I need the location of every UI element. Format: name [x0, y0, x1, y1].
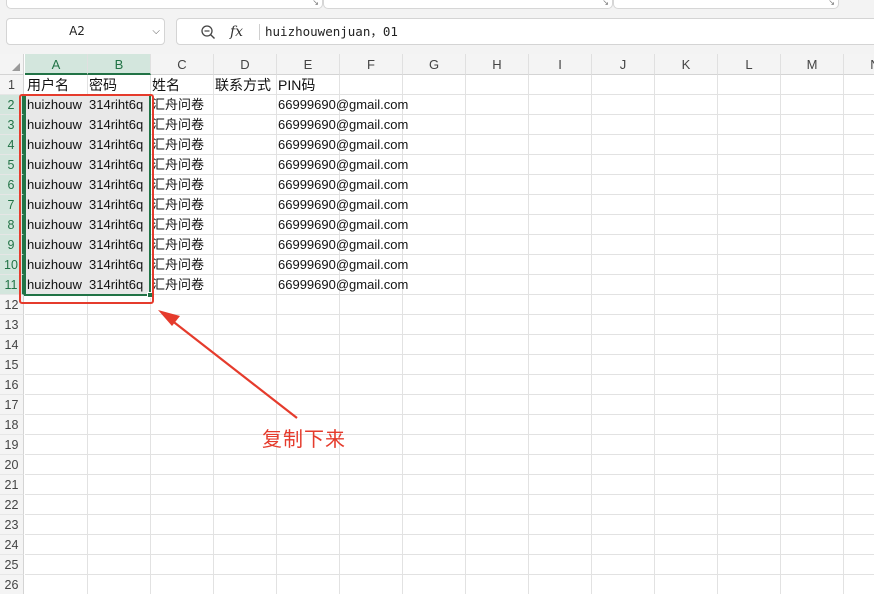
- row-header-1[interactable]: 1: [0, 75, 24, 95]
- column-header-b[interactable]: B: [88, 54, 151, 75]
- cell-A1[interactable]: 用户名: [25, 75, 87, 95]
- row-header-24[interactable]: 24: [0, 535, 24, 555]
- column-header-f[interactable]: F: [340, 54, 403, 75]
- formula-bar-row: A2 ⌵ fx huizhouwenjuan，01: [0, 10, 874, 54]
- select-all-icon: [12, 63, 20, 71]
- column-header-k[interactable]: K: [655, 54, 718, 75]
- cell-C8[interactable]: 汇舟问卷: [150, 215, 213, 235]
- cell-C2[interactable]: 汇舟问卷: [150, 95, 213, 115]
- cell-E3[interactable]: 66999690@gmail.com: [276, 115, 408, 135]
- name-box-value[interactable]: A2: [7, 19, 147, 44]
- row-header-20[interactable]: 20: [0, 455, 24, 475]
- row-header-13[interactable]: 13: [0, 315, 24, 335]
- divider: [259, 24, 260, 40]
- dialog-launcher-icon[interactable]: ↘: [312, 0, 319, 8]
- column-header-j[interactable]: J: [592, 54, 655, 75]
- ribbon-strip: ↘ ↘ ↘: [0, 0, 874, 10]
- cell-E11[interactable]: 66999690@gmail.com: [276, 275, 408, 295]
- cell-E10[interactable]: 66999690@gmail.com: [276, 255, 408, 275]
- cell-D1[interactable]: 联系方式: [213, 75, 276, 95]
- column-header-n[interactable]: N: [844, 54, 874, 75]
- column-header-d[interactable]: D: [214, 54, 277, 75]
- insert-function-icon[interactable]: fx: [230, 20, 243, 44]
- ribbon-group: ↘: [323, 0, 613, 9]
- zoom-icon[interactable]: [199, 23, 217, 41]
- cell-C6[interactable]: 汇舟问卷: [150, 175, 213, 195]
- ribbon-group: ↘: [613, 0, 839, 9]
- cell-E4[interactable]: 66999690@gmail.com: [276, 135, 408, 155]
- row-header-26[interactable]: 26: [0, 575, 24, 594]
- annotation-highlight-box: [19, 94, 154, 304]
- select-all-button[interactable]: [0, 54, 24, 75]
- row-header-18[interactable]: 18: [0, 415, 24, 435]
- row-header-15[interactable]: 15: [0, 355, 24, 375]
- row-header-21[interactable]: 21: [0, 475, 24, 495]
- dialog-launcher-icon[interactable]: ↘: [828, 0, 835, 8]
- row-header-22[interactable]: 22: [0, 495, 24, 515]
- cell-C11[interactable]: 汇舟问卷: [150, 275, 213, 295]
- column-header-i[interactable]: I: [529, 54, 592, 75]
- cell-B1[interactable]: 密码: [87, 75, 150, 95]
- chevron-down-icon[interactable]: ⌵: [152, 19, 160, 44]
- column-header-a[interactable]: A: [25, 54, 88, 75]
- cell-E1[interactable]: PIN码: [276, 75, 339, 95]
- column-header-h[interactable]: H: [466, 54, 529, 75]
- row-header-25[interactable]: 25: [0, 555, 24, 575]
- column-header-g[interactable]: G: [403, 54, 466, 75]
- annotation-text: 复制下来: [262, 427, 346, 451]
- cell-C4[interactable]: 汇舟问卷: [150, 135, 213, 155]
- row-header-14[interactable]: 14: [0, 335, 24, 355]
- formula-input[interactable]: huizhouwenjuan，01: [265, 19, 398, 44]
- ribbon-group: ↘: [6, 0, 323, 9]
- cell-E9[interactable]: 66999690@gmail.com: [276, 235, 408, 255]
- row-header-19[interactable]: 19: [0, 435, 24, 455]
- cell-C5[interactable]: 汇舟问卷: [150, 155, 213, 175]
- column-header-e[interactable]: E: [277, 54, 340, 75]
- cell-C10[interactable]: 汇舟问卷: [150, 255, 213, 275]
- cell-E8[interactable]: 66999690@gmail.com: [276, 215, 408, 235]
- name-box[interactable]: A2 ⌵: [6, 18, 165, 45]
- cell-C9[interactable]: 汇舟问卷: [150, 235, 213, 255]
- column-header-l[interactable]: L: [718, 54, 781, 75]
- cell-E5[interactable]: 66999690@gmail.com: [276, 155, 408, 175]
- column-header-m[interactable]: M: [781, 54, 844, 75]
- row-header-23[interactable]: 23: [0, 515, 24, 535]
- cell-C3[interactable]: 汇舟问卷: [150, 115, 213, 135]
- cell-E7[interactable]: 66999690@gmail.com: [276, 195, 408, 215]
- column-header-c[interactable]: C: [151, 54, 214, 75]
- cell-C1[interactable]: 姓名: [150, 75, 213, 95]
- formula-bar[interactable]: fx huizhouwenjuan，01: [176, 18, 874, 45]
- cell-E6[interactable]: 66999690@gmail.com: [276, 175, 408, 195]
- cell-E2[interactable]: 66999690@gmail.com: [276, 95, 408, 115]
- dialog-launcher-icon[interactable]: ↘: [602, 0, 609, 8]
- row-header-17[interactable]: 17: [0, 395, 24, 415]
- cell-C7[interactable]: 汇舟问卷: [150, 195, 213, 215]
- row-header-16[interactable]: 16: [0, 375, 24, 395]
